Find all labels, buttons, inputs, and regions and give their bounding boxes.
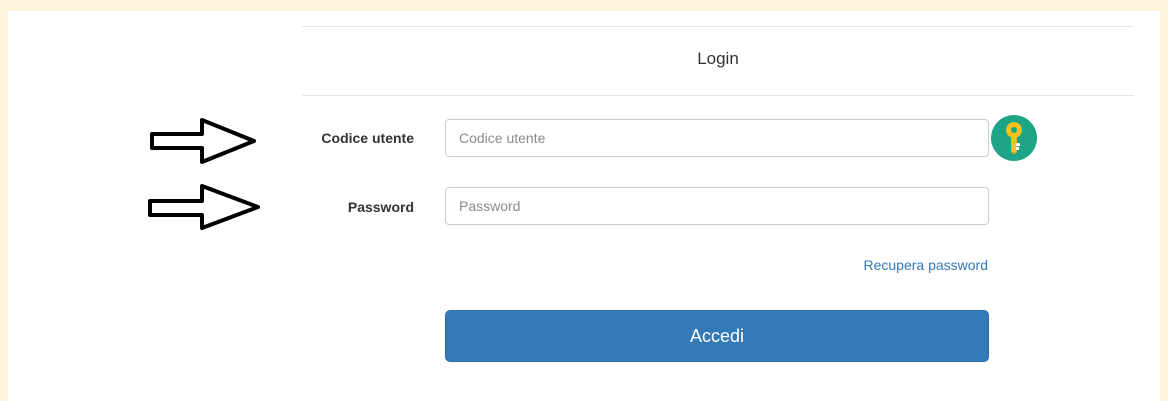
arrow-right-icon — [148, 184, 260, 230]
top-divider — [302, 26, 1134, 27]
arrow-right-icon — [150, 118, 256, 164]
title-divider — [302, 95, 1134, 96]
password-label: Password — [347, 199, 414, 215]
login-button[interactable]: Accedi — [445, 310, 989, 362]
username-label: Codice utente — [321, 130, 414, 146]
recover-password-link[interactable]: Recupera password — [788, 257, 988, 273]
login-panel: Login Codice utente Password Recupera pa… — [8, 11, 1160, 401]
username-input[interactable] — [445, 119, 989, 157]
page-title: Login — [697, 49, 739, 68]
key-icon[interactable] — [990, 114, 1038, 162]
password-input[interactable] — [445, 187, 989, 225]
